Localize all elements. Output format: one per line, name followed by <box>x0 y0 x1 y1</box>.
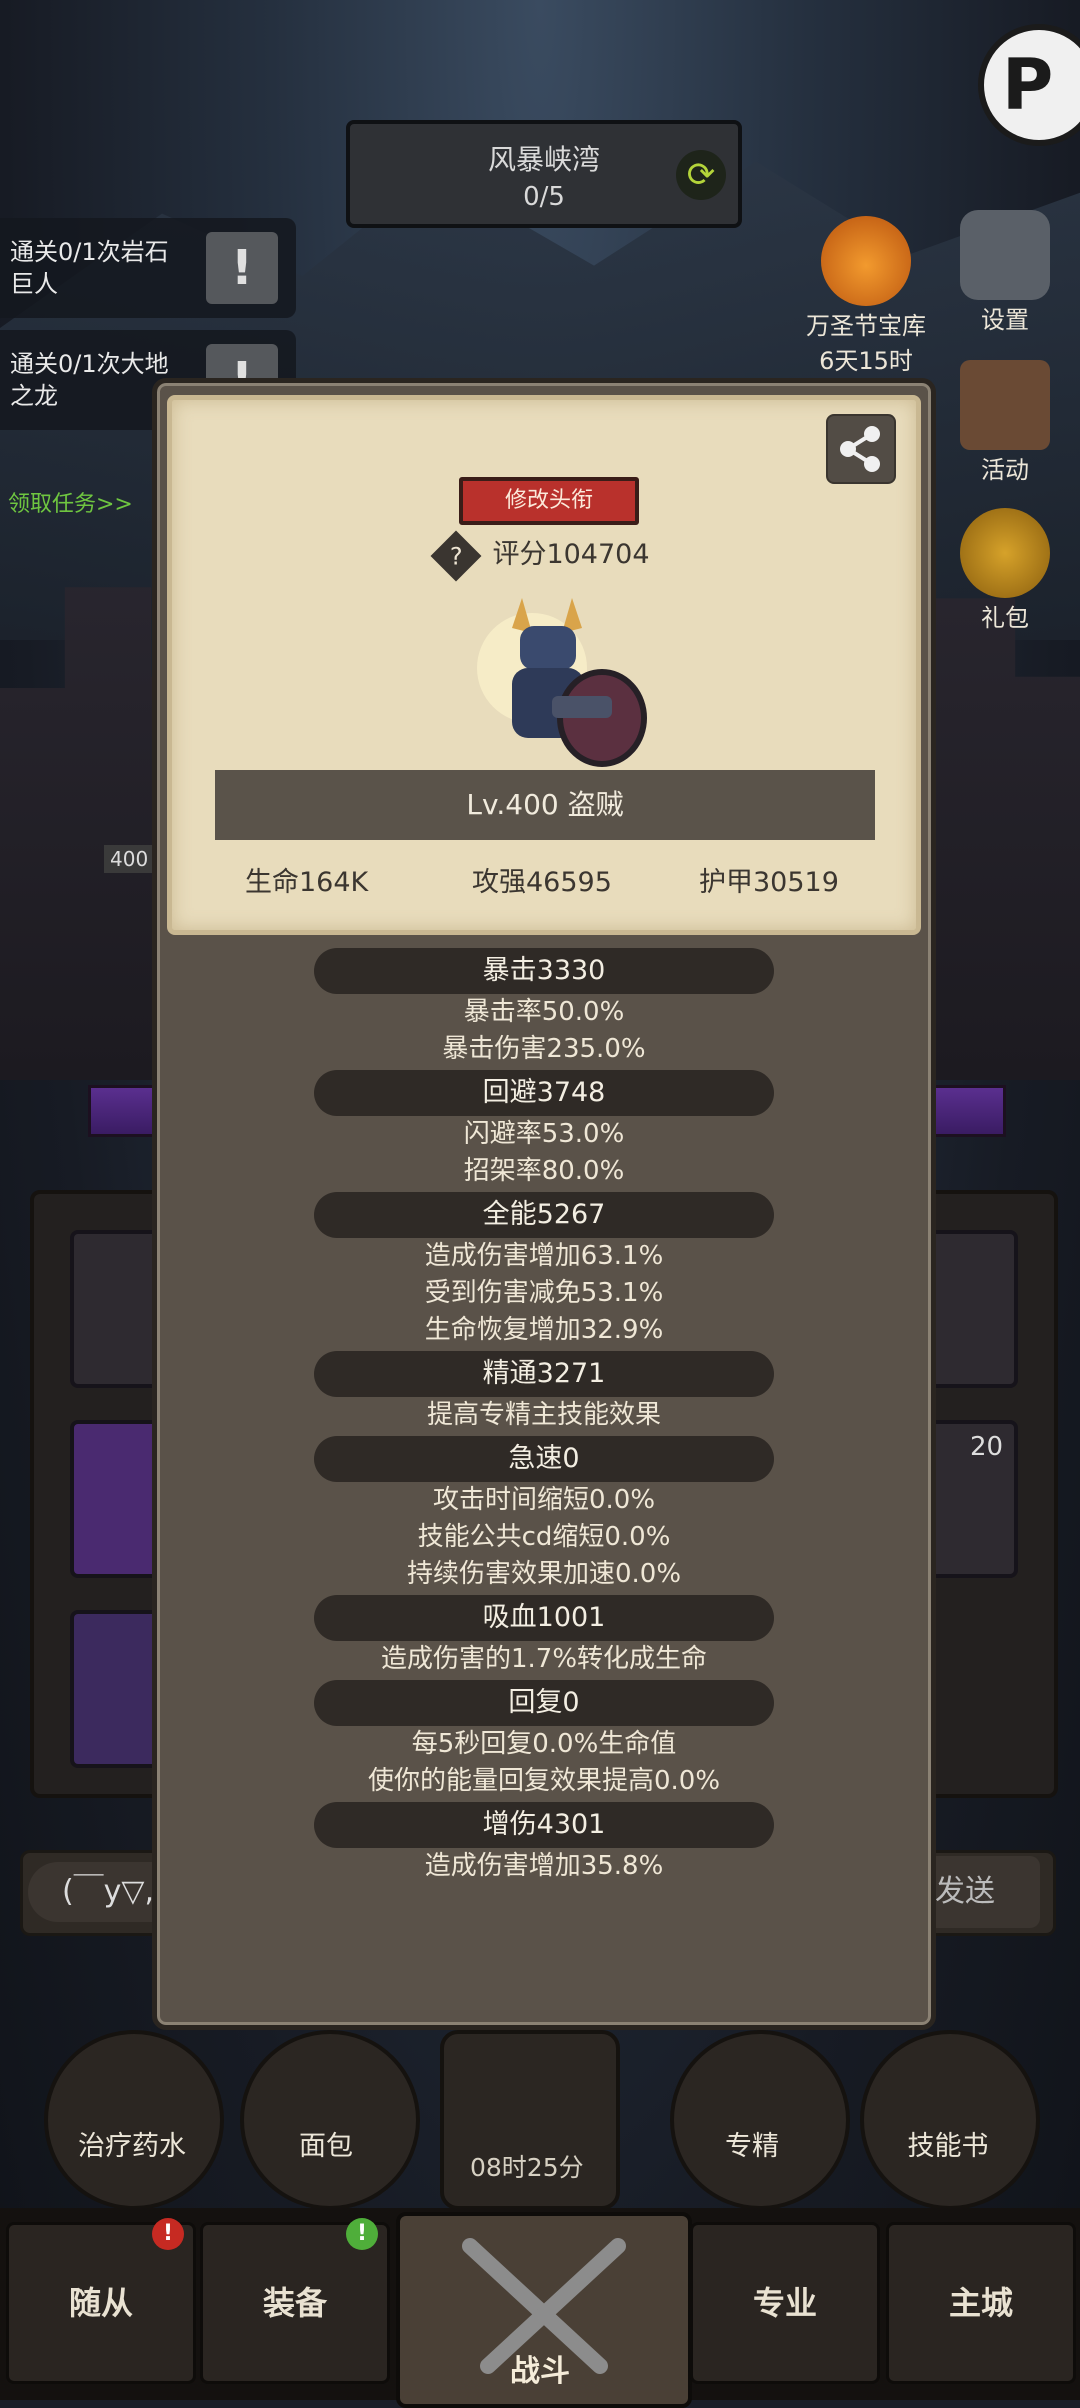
stat-detail: 受到伤害减免53.1% <box>424 1278 664 1308</box>
stat-detail: 造成伤害增加63.1% <box>424 1241 664 1271</box>
activity-button[interactable]: 活动 <box>950 360 1060 485</box>
stat-detail: 闪避率53.0% <box>463 1119 625 1149</box>
refresh-icon[interactable]: ⟳ <box>676 150 726 200</box>
activity-label: 活动 <box>981 456 1029 484</box>
stat-header: 全能5267 <box>314 1192 774 1238</box>
stat-header: 暴击3330 <box>314 948 774 994</box>
tab-battle-label: 战斗 <box>510 2354 570 2389</box>
pumpkin-icon <box>821 216 911 306</box>
stat-block: 回避3748 闪避率53.0% 招架率80.0% <box>157 1070 931 1190</box>
skillbook-label: 技能书 <box>907 2131 989 2162</box>
quest-text: 通关0/1次岩石巨人 <box>10 238 169 298</box>
stat-block: 全能5267 造成伤害增加63.1% 受到伤害减免53.1% 生命恢复增加32.9% <box>157 1192 931 1349</box>
stat-attack-power: 攻强46595 <box>472 867 612 898</box>
stat-detail: 暴击伤害235.0% <box>442 1034 646 1064</box>
stat-detail: 造成伤害的1.7%转化成生命 <box>380 1644 708 1674</box>
event-time: 6天15时 <box>819 347 913 375</box>
scroll-icon <box>960 360 1050 450</box>
bread-slot[interactable] <box>240 2030 420 2210</box>
event-vault-button[interactable]: 万圣节宝库 6天15时 <box>786 216 946 376</box>
skillbook-slot[interactable] <box>860 2030 1040 2210</box>
gift-pack-button[interactable]: 礼包 <box>950 508 1060 633</box>
specialization-label: 专精 <box>725 2131 779 2162</box>
stat-detail: 技能公共cd缩短0.0% <box>417 1522 671 1552</box>
character-avatar <box>477 598 647 767</box>
stat-header: 吸血1001 <box>314 1595 774 1641</box>
stat-block: 急速0 攻击时间缩短0.0% 技能公共cd缩短0.0% 持续伤害效果加速0.0% <box>157 1436 931 1593</box>
chest-timer: 08时25分 <box>470 2153 584 2182</box>
stat-detail: 暴击率50.0% <box>463 997 625 1027</box>
character-stats-modal: 修改头衔 ? 评分104704 Lv.400 盗贼 生命164K 攻强46595 … <box>152 378 936 2030</box>
settings-button[interactable]: 设置 <box>950 210 1060 335</box>
edit-title-button[interactable]: 修改头衔 <box>459 477 639 525</box>
tab-profession[interactable]: 专业 <box>690 2222 880 2384</box>
stat-header: 回复0 <box>314 1680 774 1726</box>
level-class-band: Lv.400 盗贼 <box>215 770 875 840</box>
character-header-card: 修改头衔 ? 评分104704 Lv.400 盗贼 生命164K 攻强46595 … <box>167 395 921 935</box>
stat-header: 增伤4301 <box>314 1802 774 1848</box>
stat-block: 增伤4301 造成伤害增加35.8% <box>157 1802 931 1885</box>
stat-block: 吸血1001 造成伤害的1.7%转化成生命 <box>157 1595 931 1678</box>
stat-detail: 生命恢复增加32.9% <box>424 1315 664 1345</box>
settings-label: 设置 <box>981 306 1029 334</box>
stat-block: 暴击3330 暴击率50.0% 暴击伤害235.0% <box>157 948 931 1068</box>
stat-health: 生命164K <box>245 867 369 898</box>
gift-label: 礼包 <box>981 604 1029 632</box>
event-name: 万圣节宝库 <box>806 312 926 340</box>
stat-header: 回避3748 <box>314 1070 774 1116</box>
alert-badge: ! <box>152 2218 184 2250</box>
tab-main-city[interactable]: 主城 <box>886 2222 1076 2384</box>
stat-header: 精通3271 <box>314 1351 774 1397</box>
score-row: ? 评分104704 <box>172 530 916 581</box>
bread-label: 面包 <box>299 2131 353 2162</box>
claim-quest-link[interactable]: 领取任务>> <box>8 486 133 518</box>
potion-label: 治疗药水 <box>78 2131 186 2162</box>
alert-badge: ! <box>346 2218 378 2250</box>
share-icon <box>840 426 880 472</box>
base-stats: 生命164K 攻强46595 护甲30519 <box>172 860 916 900</box>
alert-icon: ! <box>206 232 278 304</box>
stat-detail: 招架率80.0% <box>463 1156 625 1186</box>
gear-icon <box>960 210 1050 300</box>
level-badge: 400 <box>104 845 155 873</box>
map-box[interactable]: 风暴峡湾 0/5 ⟳ <box>346 120 742 228</box>
stat-detail: 每5秒回复0.0%生命值 <box>411 1729 677 1759</box>
potion-slot[interactable] <box>44 2030 224 2210</box>
secondary-stats-list: 暴击3330 暴击率50.0% 暴击伤害235.0% 回避3748 闪避率53.0% 招架… <box>157 948 931 1887</box>
share-button[interactable] <box>826 414 896 484</box>
stat-block: 精通3271 提高专精主技能效果 <box>157 1351 931 1434</box>
stat-detail: 提高专精主技能效果 <box>426 1400 661 1430</box>
quest-item[interactable]: 通关0/1次岩石巨人 ! <box>0 218 296 318</box>
stat-block: 回复0 每5秒回复0.0%生命值使你的能量回复效果提高0.0% <box>157 1680 931 1800</box>
stat-detail: 持续伤害效果加速0.0% <box>406 1559 682 1589</box>
stat-header: 急速0 <box>314 1436 774 1482</box>
help-icon[interactable]: ? <box>430 530 482 581</box>
score-value: 评分104704 <box>492 539 650 570</box>
stat-detail: 攻击时间缩短0.0% <box>432 1485 656 1515</box>
purple-progress-right <box>930 1085 1006 1137</box>
gift-icon <box>960 508 1050 598</box>
stat-detail: 使你的能量回复效果提高0.0% <box>367 1766 721 1796</box>
slot-count: 20 <box>970 1432 1004 1462</box>
specialization-slot[interactable] <box>670 2030 850 2210</box>
stat-armor: 护甲30519 <box>699 867 839 898</box>
stat-detail: 造成伤害增加35.8% <box>424 1851 664 1881</box>
